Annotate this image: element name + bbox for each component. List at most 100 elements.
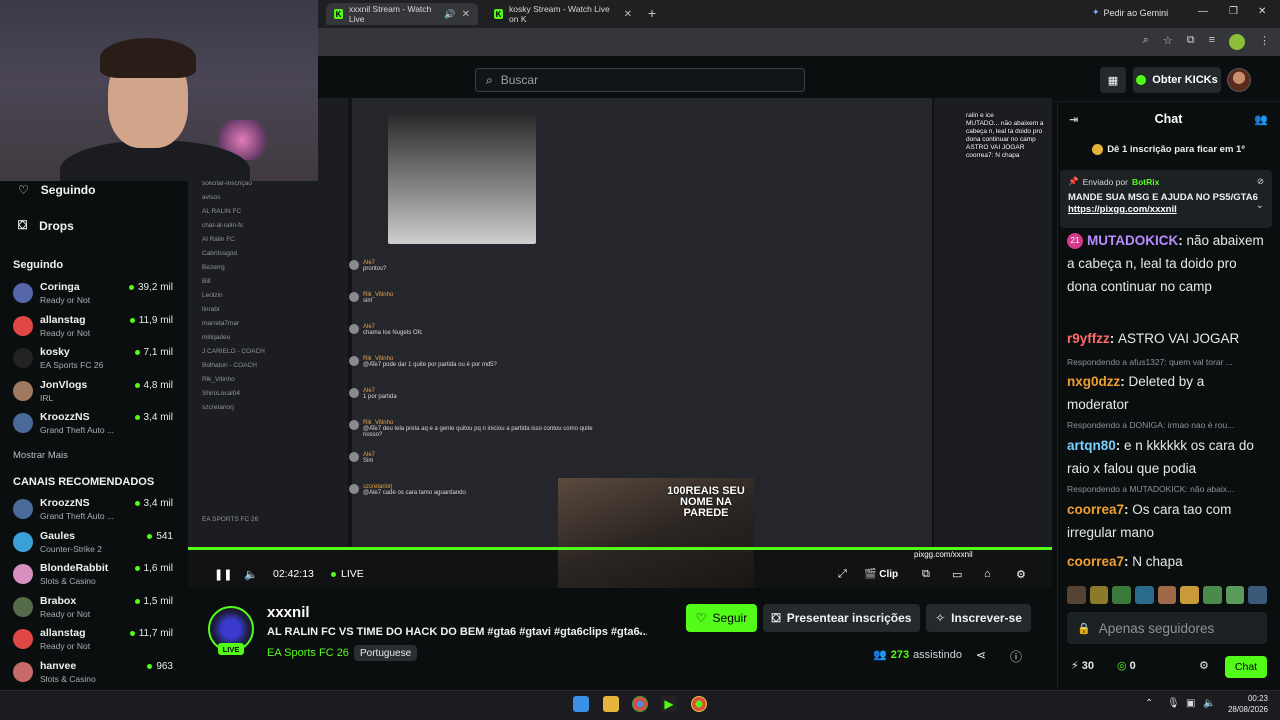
emote[interactable] <box>1067 586 1086 604</box>
pinned-link[interactable]: https://pixgg.com/xxxnil <box>1068 204 1177 215</box>
chat-input[interactable]: 🔒 Apenas seguidores <box>1067 612 1267 644</box>
info-icon[interactable]: ⓘ <box>1010 648 1022 665</box>
chat-username[interactable]: MUTADOKICK <box>1087 233 1178 248</box>
subscribe-button[interactable]: ✧ Inscrever-se <box>926 604 1031 632</box>
channel-row[interactable]: JonVlogs IRL 4,8 mil <box>13 377 177 407</box>
chat-username[interactable]: artqn80 <box>1067 438 1116 453</box>
theater-icon[interactable]: ▭ <box>952 568 962 581</box>
send-chat-button[interactable]: Chat <box>1225 656 1267 678</box>
menu-kebab-icon[interactable]: ⋮ <box>1259 34 1270 50</box>
emote[interactable] <box>1112 586 1132 604</box>
chrome-icon[interactable] <box>632 696 648 712</box>
chat-settings-gear-icon[interactable]: ⚙ <box>1199 659 1209 672</box>
channel-row[interactable]: Gaules Counter-Strike 2 541 <box>13 528 177 558</box>
emote[interactable] <box>1157 586 1177 604</box>
profile-avatar[interactable] <box>1229 34 1245 50</box>
follow-button[interactable]: ♡ Seguir <box>686 604 757 632</box>
channel-row[interactable]: allanstag Ready or Not 11,9 mil <box>13 312 177 342</box>
chat-username[interactable]: nxg0dzz <box>1067 374 1120 389</box>
chat-username[interactable]: coorrea7 <box>1067 502 1124 517</box>
category-link[interactable]: EA Sports FC 26 <box>267 647 349 659</box>
reply-context[interactable]: Respondendo a afus1327: quem val torar .… <box>1067 357 1267 367</box>
share-icon[interactable]: ⋖ <box>976 648 986 662</box>
chat-username[interactable]: r9yffzz <box>1067 331 1110 346</box>
close-tab-icon[interactable]: ✕ <box>462 9 470 20</box>
new-tab-button[interactable]: + <box>644 5 660 21</box>
settings-gear-icon[interactable]: ⚙ <box>1016 568 1026 581</box>
gift-subs-button[interactable]: ⛋ Presentear inscrições <box>763 604 920 632</box>
windows-start-icon[interactable] <box>573 696 589 712</box>
close-window-icon[interactable]: ✕ <box>1258 6 1266 17</box>
search-input[interactable]: ⌕ Buscar <box>475 68 805 92</box>
cast-icon[interactable]: ⌂ <box>984 568 991 580</box>
channel-row[interactable]: BlondeRabbit Slots & Casino 1,6 mil <box>13 560 177 590</box>
pinned-header: 📌 Enviado por BotRix ⊘ <box>1068 176 1264 187</box>
pause-icon[interactable]: ❚❚ <box>214 568 232 581</box>
channel-row[interactable]: KroozzNS Grand Theft Auto ... 3,4 mil <box>13 409 177 439</box>
speaker-icon[interactable]: 🔊 <box>444 9 455 20</box>
network-icon[interactable]: ▣ <box>1186 698 1195 709</box>
channel-row[interactable]: Coringa Ready or Not 39,2 mil <box>13 279 177 309</box>
tab-xxxnil[interactable]: K xxxnil Stream - Watch Live 🔊 ✕ <box>326 3 478 25</box>
close-tab-icon[interactable]: ✕ <box>624 9 632 20</box>
chrome-profile-icon[interactable] <box>691 696 707 712</box>
file-explorer-icon[interactable] <box>603 696 619 712</box>
emote[interactable] <box>1203 586 1222 604</box>
show-more-link[interactable]: Mostrar Mais <box>13 450 68 461</box>
channel-row[interactable]: hanvee Slots & Casino 963 <box>13 658 177 688</box>
unpin-icon[interactable]: ⊘ <box>1257 176 1264 187</box>
chat-users-icon[interactable]: 👥 <box>1254 113 1268 126</box>
chat-input-placeholder: Apenas seguidores <box>1098 620 1215 636</box>
store-button[interactable]: ▦ <box>1100 67 1126 93</box>
live-indicator[interactable]: LIVE <box>331 568 364 580</box>
kicks-balance[interactable]: ⚡ 30 <box>1071 659 1094 672</box>
chevron-up-icon[interactable]: ⌃ <box>1145 698 1153 709</box>
channel-row[interactable]: allanstag Ready or Not 11,7 mil <box>13 625 177 655</box>
channel-viewers: 39,2 mil <box>128 282 173 293</box>
kick-app-icon[interactable]: ▶ <box>661 696 677 712</box>
nav-drops[interactable]: ⛋ Drops <box>18 218 74 233</box>
chat-username[interactable]: coorrea7 <box>1067 554 1124 569</box>
reply-context[interactable]: Respondendo a DONIGA: irmao nao é rou... <box>1067 420 1267 430</box>
emote[interactable] <box>1135 586 1154 604</box>
media-icon[interactable]: ≡ <box>1209 34 1215 50</box>
pinned-sender[interactable]: BotRix <box>1132 177 1159 187</box>
chevron-down-icon[interactable]: ⌄ <box>636 626 644 637</box>
user-avatar[interactable] <box>1227 68 1251 92</box>
chevron-down-icon[interactable]: ⌄ <box>1256 200 1264 211</box>
sub-goal-banner[interactable]: Dê 1 inscrição para ficar em 1º <box>1057 142 1280 156</box>
pip-icon[interactable]: ⧉ <box>922 568 930 581</box>
maximize-icon[interactable]: ❐ <box>1229 6 1238 17</box>
nav-following[interactable]: ♡ Seguindo <box>18 183 95 197</box>
gemini-button[interactable]: ✦ Pedir ao Gemini <box>1092 7 1168 18</box>
chat-text: ASTRO VAI JOGAR <box>1118 331 1240 346</box>
get-kicks-button[interactable]: Obter KICKs <box>1133 67 1221 93</box>
points-balance[interactable]: ◎ 0 <box>1117 659 1136 672</box>
clip-button[interactable]: 🎬 Clip <box>864 569 898 580</box>
reply-context[interactable]: Respondendo a MUTADOKICK: não abaix... <box>1067 484 1267 494</box>
channel-row[interactable]: KroozzNS Grand Theft Auto ... 3,4 mil <box>13 495 177 525</box>
emote[interactable] <box>1089 586 1109 604</box>
language-tag[interactable]: Portuguese <box>354 645 418 661</box>
microphone-icon[interactable]: 🎙 <box>1167 698 1180 709</box>
tab-kosky[interactable]: K kosky Stream - Watch Live on K ✕ <box>486 3 640 25</box>
stream-title[interactable]: AL RALIN FC VS TIME DO HACK DO BEM #gta6… <box>267 626 647 638</box>
minimize-icon[interactable]: — <box>1198 6 1208 17</box>
users-icon: 👥 <box>873 649 887 661</box>
zoom-icon[interactable]: ⌕ <box>1143 34 1149 50</box>
extensions-icon[interactable]: ⧉ <box>1187 34 1195 50</box>
star-icon[interactable]: ☆ <box>1163 34 1173 50</box>
channel-row[interactable]: kosky EA Sports FC 26 7,1 mil <box>13 344 177 374</box>
volume-icon[interactable]: 🔈 <box>244 568 258 581</box>
emote[interactable] <box>1180 586 1200 604</box>
discord-message: Ale7 1 por partida <box>349 388 603 400</box>
channel-row[interactable]: Brabox Ready or Not 1,5 mil <box>13 593 177 623</box>
tray-clock[interactable]: 00:23 28/08/2026 <box>1228 693 1268 715</box>
channel-name[interactable]: xxxnil <box>267 604 310 621</box>
emote[interactable] <box>1248 586 1268 604</box>
channel-name: hanvee <box>40 659 77 672</box>
fullscreen-toggle-icon[interactable]: ⤢ <box>838 568 847 581</box>
volume-tray-icon[interactable]: 🔈 <box>1203 698 1215 709</box>
collapse-chat-icon[interactable]: ⇥ <box>1069 113 1078 126</box>
emote[interactable] <box>1225 586 1245 604</box>
